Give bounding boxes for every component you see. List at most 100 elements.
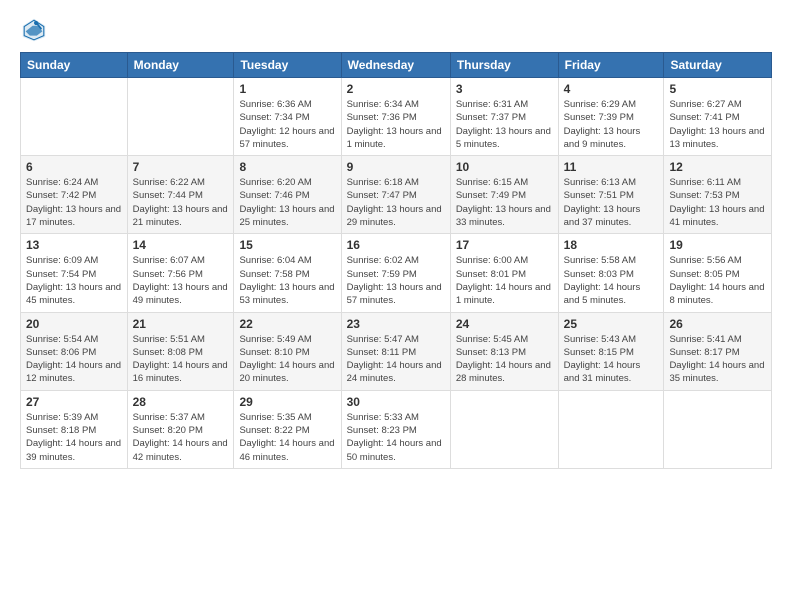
day-number: 28 bbox=[133, 395, 229, 409]
calendar-cell: 3 Sunrise: 6:31 AM Sunset: 7:37 PM Daylig… bbox=[450, 78, 558, 156]
day-info: Sunrise: 6:02 AM Sunset: 7:59 PM Dayligh… bbox=[347, 254, 445, 307]
calendar-cell bbox=[450, 390, 558, 468]
day-info: Sunrise: 6:27 AM Sunset: 7:41 PM Dayligh… bbox=[669, 98, 766, 151]
day-info: Sunrise: 6:11 AM Sunset: 7:53 PM Dayligh… bbox=[669, 176, 766, 229]
day-number: 8 bbox=[239, 160, 335, 174]
calendar-cell: 14 Sunrise: 6:07 AM Sunset: 7:56 PM Dayli… bbox=[127, 234, 234, 312]
col-header-wednesday: Wednesday bbox=[341, 53, 450, 78]
day-number: 7 bbox=[133, 160, 229, 174]
calendar-cell: 13 Sunrise: 6:09 AM Sunset: 7:54 PM Dayli… bbox=[21, 234, 128, 312]
day-number: 1 bbox=[239, 82, 335, 96]
calendar-cell: 9 Sunrise: 6:18 AM Sunset: 7:47 PM Daylig… bbox=[341, 156, 450, 234]
day-number: 24 bbox=[456, 317, 553, 331]
calendar-table: SundayMondayTuesdayWednesdayThursdayFrid… bbox=[20, 52, 772, 469]
logo-icon bbox=[20, 16, 48, 44]
day-info: Sunrise: 5:37 AM Sunset: 8:20 PM Dayligh… bbox=[133, 411, 229, 464]
day-number: 14 bbox=[133, 238, 229, 252]
day-number: 23 bbox=[347, 317, 445, 331]
calendar-cell bbox=[664, 390, 772, 468]
calendar-cell: 29 Sunrise: 5:35 AM Sunset: 8:22 PM Dayli… bbox=[234, 390, 341, 468]
day-info: Sunrise: 6:00 AM Sunset: 8:01 PM Dayligh… bbox=[456, 254, 553, 307]
calendar-cell: 6Sunrise: 6:24 AM Sunset: 7:42 PM Daylig… bbox=[21, 156, 128, 234]
calendar-cell: 11 Sunrise: 6:13 AM Sunset: 7:51 PM Dayli… bbox=[558, 156, 664, 234]
day-info: Sunrise: 6:13 AM Sunset: 7:51 PM Dayligh… bbox=[564, 176, 659, 229]
day-info: Sunrise: 5:41 AM Sunset: 8:17 PM Dayligh… bbox=[669, 333, 766, 386]
col-header-thursday: Thursday bbox=[450, 53, 558, 78]
day-info: Sunrise: 6:09 AM Sunset: 7:54 PM Dayligh… bbox=[26, 254, 122, 307]
day-number: 5 bbox=[669, 82, 766, 96]
calendar-cell: 25 Sunrise: 5:43 AM Sunset: 8:15 PM Dayli… bbox=[558, 312, 664, 390]
day-info: Sunrise: 6:34 AM Sunset: 7:36 PM Dayligh… bbox=[347, 98, 445, 151]
calendar-cell: 1 Sunrise: 6:36 AM Sunset: 7:34 PM Daylig… bbox=[234, 78, 341, 156]
calendar-cell: 10 Sunrise: 6:15 AM Sunset: 7:49 PM Dayli… bbox=[450, 156, 558, 234]
page-header bbox=[20, 16, 772, 44]
calendar-cell: 22Sunrise: 5:49 AM Sunset: 8:10 PM Dayli… bbox=[234, 312, 341, 390]
calendar-cell: 28 Sunrise: 5:37 AM Sunset: 8:20 PM Dayli… bbox=[127, 390, 234, 468]
col-header-saturday: Saturday bbox=[664, 53, 772, 78]
calendar-cell: 18 Sunrise: 5:58 AM Sunset: 8:03 PM Dayli… bbox=[558, 234, 664, 312]
col-header-tuesday: Tuesday bbox=[234, 53, 341, 78]
day-number: 26 bbox=[669, 317, 766, 331]
calendar-cell bbox=[558, 390, 664, 468]
day-number: 10 bbox=[456, 160, 553, 174]
calendar-cell: 27 Sunrise: 5:39 AM Sunset: 8:18 PM Dayli… bbox=[21, 390, 128, 468]
day-number: 18 bbox=[564, 238, 659, 252]
day-info: Sunrise: 6:04 AM Sunset: 7:58 PM Dayligh… bbox=[239, 254, 335, 307]
day-info: Sunrise: 5:56 AM Sunset: 8:05 PM Dayligh… bbox=[669, 254, 766, 307]
calendar-cell: 5 Sunrise: 6:27 AM Sunset: 7:41 PM Daylig… bbox=[664, 78, 772, 156]
logo bbox=[20, 16, 52, 44]
day-number: 27 bbox=[26, 395, 122, 409]
day-info: Sunrise: 5:51 AM Sunset: 8:08 PM Dayligh… bbox=[133, 333, 229, 386]
day-number: 21 bbox=[133, 317, 229, 331]
day-number: 2 bbox=[347, 82, 445, 96]
day-number: 11 bbox=[564, 160, 659, 174]
day-number: 13 bbox=[26, 238, 122, 252]
day-info: Sunrise: 5:45 AM Sunset: 8:13 PM Dayligh… bbox=[456, 333, 553, 386]
calendar-cell: 24 Sunrise: 5:45 AM Sunset: 8:13 PM Dayli… bbox=[450, 312, 558, 390]
day-info: Sunrise: 6:20 AM Sunset: 7:46 PM Dayligh… bbox=[239, 176, 335, 229]
calendar-cell: 17 Sunrise: 6:00 AM Sunset: 8:01 PM Dayli… bbox=[450, 234, 558, 312]
day-info: Sunrise: 5:33 AM Sunset: 8:23 PM Dayligh… bbox=[347, 411, 445, 464]
day-info: Sunrise: 6:18 AM Sunset: 7:47 PM Dayligh… bbox=[347, 176, 445, 229]
day-info: Sunrise: 5:54 AM Sunset: 8:06 PM Dayligh… bbox=[26, 333, 122, 386]
day-info: Sunrise: 5:35 AM Sunset: 8:22 PM Dayligh… bbox=[239, 411, 335, 464]
col-header-monday: Monday bbox=[127, 53, 234, 78]
day-number: 9 bbox=[347, 160, 445, 174]
day-info: Sunrise: 6:31 AM Sunset: 7:37 PM Dayligh… bbox=[456, 98, 553, 151]
day-number: 17 bbox=[456, 238, 553, 252]
calendar-cell: 30 Sunrise: 5:33 AM Sunset: 8:23 PM Dayli… bbox=[341, 390, 450, 468]
day-number: 30 bbox=[347, 395, 445, 409]
day-info: Sunrise: 6:36 AM Sunset: 7:34 PM Dayligh… bbox=[239, 98, 335, 151]
day-info: Sunrise: 6:22 AM Sunset: 7:44 PM Dayligh… bbox=[133, 176, 229, 229]
day-info: Sunrise: 5:58 AM Sunset: 8:03 PM Dayligh… bbox=[564, 254, 659, 307]
day-number: 15 bbox=[239, 238, 335, 252]
calendar-cell: 26 Sunrise: 5:41 AM Sunset: 8:17 PM Dayli… bbox=[664, 312, 772, 390]
calendar-cell: 4 Sunrise: 6:29 AM Sunset: 7:39 PM Daylig… bbox=[558, 78, 664, 156]
calendar-cell: 15 Sunrise: 6:04 AM Sunset: 7:58 PM Dayli… bbox=[234, 234, 341, 312]
day-number: 20 bbox=[26, 317, 122, 331]
calendar-cell bbox=[127, 78, 234, 156]
day-info: Sunrise: 5:43 AM Sunset: 8:15 PM Dayligh… bbox=[564, 333, 659, 386]
day-info: Sunrise: 5:49 AM Sunset: 8:10 PM Dayligh… bbox=[239, 333, 335, 386]
day-number: 16 bbox=[347, 238, 445, 252]
day-info: Sunrise: 6:29 AM Sunset: 7:39 PM Dayligh… bbox=[564, 98, 659, 151]
day-number: 19 bbox=[669, 238, 766, 252]
calendar-cell: 8 Sunrise: 6:20 AM Sunset: 7:46 PM Daylig… bbox=[234, 156, 341, 234]
day-info: Sunrise: 5:39 AM Sunset: 8:18 PM Dayligh… bbox=[26, 411, 122, 464]
col-header-sunday: Sunday bbox=[21, 53, 128, 78]
day-number: 29 bbox=[239, 395, 335, 409]
day-info: Sunrise: 6:15 AM Sunset: 7:49 PM Dayligh… bbox=[456, 176, 553, 229]
day-number: 4 bbox=[564, 82, 659, 96]
calendar-cell: 21 Sunrise: 5:51 AM Sunset: 8:08 PM Dayli… bbox=[127, 312, 234, 390]
day-number: 3 bbox=[456, 82, 553, 96]
day-number: 12 bbox=[669, 160, 766, 174]
calendar-cell bbox=[21, 78, 128, 156]
day-info: Sunrise: 6:07 AM Sunset: 7:56 PM Dayligh… bbox=[133, 254, 229, 307]
day-number: 25 bbox=[564, 317, 659, 331]
calendar-cell: 2 Sunrise: 6:34 AM Sunset: 7:36 PM Daylig… bbox=[341, 78, 450, 156]
col-header-friday: Friday bbox=[558, 53, 664, 78]
calendar-cell: 7 Sunrise: 6:22 AM Sunset: 7:44 PM Daylig… bbox=[127, 156, 234, 234]
day-number: 6 bbox=[26, 160, 122, 174]
calendar-cell: 19 Sunrise: 5:56 AM Sunset: 8:05 PM Dayli… bbox=[664, 234, 772, 312]
calendar-cell: 20 Sunrise: 5:54 AM Sunset: 8:06 PM Dayli… bbox=[21, 312, 128, 390]
